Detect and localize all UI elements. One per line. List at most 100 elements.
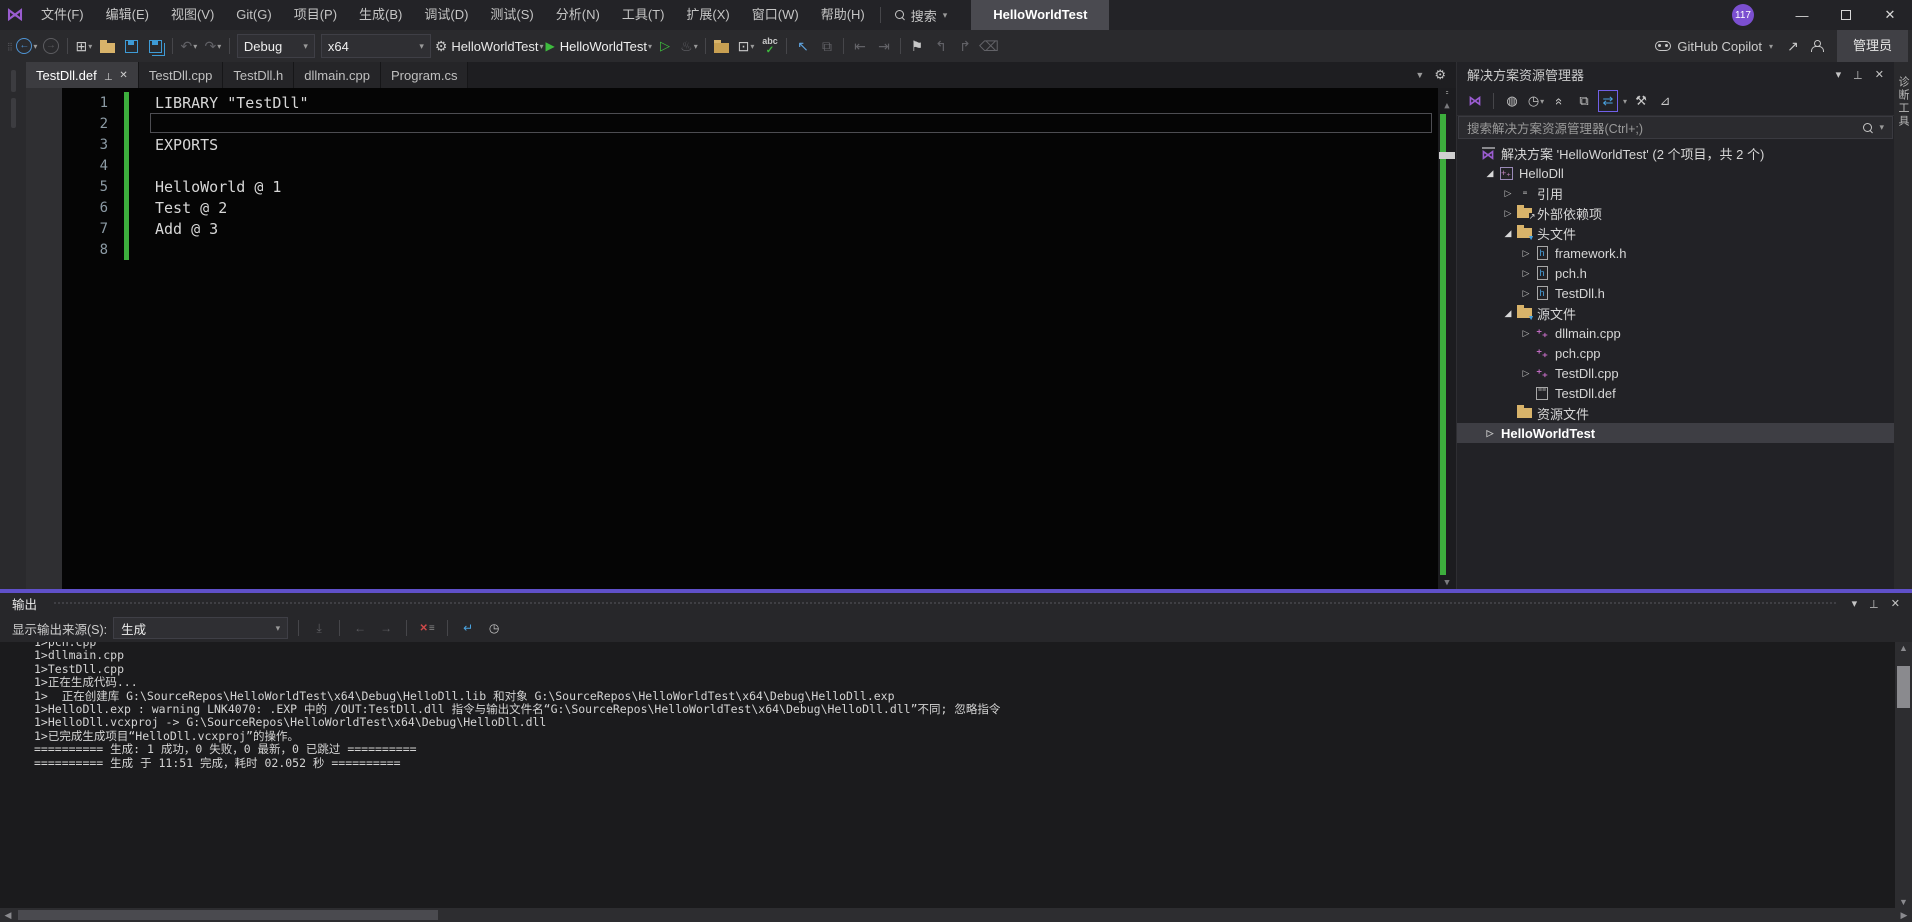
platform-combo[interactable]: x64▾ <box>321 34 431 58</box>
solution-explorer-header[interactable]: 解决方案资源管理器 ▾ ⊤ ✕ <box>1457 62 1894 87</box>
menu-item-6[interactable]: 生成(B) <box>348 0 413 30</box>
spell-check-button[interactable]: abc✓ <box>759 34 781 58</box>
close-button[interactable]: ✕ <box>1868 0 1912 30</box>
scroll-up-icon[interactable]: ▲ <box>1899 642 1908 654</box>
tab-testdll-h[interactable]: TestDll.h <box>223 62 294 88</box>
left-dock-tab[interactable] <box>11 70 16 92</box>
code-line[interactable]: 8 <box>62 239 1438 260</box>
user-avatar[interactable]: 117 <box>1732 4 1754 26</box>
configuration-combo[interactable]: Debug▾ <box>237 34 315 58</box>
tree-item-testdll.def[interactable]: ≡≡TestDll.def <box>1457 383 1894 403</box>
output-source-combo[interactable]: 生成▾ <box>113 617 288 639</box>
goto-message-icon[interactable]: ⤓ <box>309 617 329 639</box>
menu-item-1[interactable]: 文件(F) <box>30 0 95 30</box>
tab-testdll-cpp[interactable]: TestDll.cpp <box>139 62 224 88</box>
scroll-up-icon[interactable]: ▲ <box>1444 100 1449 112</box>
clear-bookmarks-button[interactable]: ⌫ <box>978 34 1000 58</box>
account-button[interactable] <box>1806 34 1828 58</box>
tree-item-pch.h[interactable]: ▷hpch.h <box>1457 263 1894 283</box>
scrollbar-split-handle[interactable]: ⹀ <box>1446 88 1449 100</box>
tree-item--helloworldtest-2-2-[interactable]: ⋈解决方案 'HelloWorldTest' (2 个项目，共 2 个) <box>1457 143 1894 163</box>
github-copilot-button[interactable]: GitHub Copilot ▾ <box>1655 39 1773 54</box>
chevron-down-icon[interactable]: ▾ <box>1623 97 1627 106</box>
expand-icon[interactable]: ▷ <box>1519 248 1533 259</box>
save-button[interactable] <box>121 34 143 58</box>
scroll-down-icon[interactable]: ▼ <box>1444 577 1449 589</box>
scroll-right-icon[interactable]: ▶ <box>1896 910 1912 921</box>
output-vertical-scrollbar[interactable]: ▲ ▼ <box>1895 642 1912 908</box>
expand-icon[interactable]: ▷ <box>1501 188 1515 199</box>
next-bookmark-button[interactable]: ↱ <box>954 34 976 58</box>
wrench-icon[interactable]: ⚒ <box>1631 90 1651 112</box>
code-line[interactable]: 6Test @ 2 <box>62 197 1438 218</box>
tree-item-dllmain.cpp[interactable]: ▷⁺₊dllmain.cpp <box>1457 323 1894 343</box>
send-feedback-button[interactable]: ↗ <box>1782 34 1804 58</box>
active-document-title[interactable]: HelloWorldTest <box>971 0 1109 30</box>
find-in-files-button[interactable] <box>711 34 733 58</box>
diagnostic-tools-tab[interactable]: 诊断工具 <box>1895 76 1911 128</box>
expand-icon[interactable]: ▷ <box>1519 328 1533 339</box>
tree-item--[interactable]: 资源文件 <box>1457 403 1894 423</box>
copy-button[interactable]: ⧉ <box>816 34 838 58</box>
word-wrap-icon[interactable]: ↵ <box>458 617 478 639</box>
collapse-icon[interactable]: ◢ <box>1501 228 1515 239</box>
menu-item-11[interactable]: 扩展(X) <box>675 0 740 30</box>
find-panel-button[interactable]: ⊡▾ <box>735 34 757 58</box>
code-line[interactable]: 2 <box>62 113 1438 134</box>
tree-item-pch.cpp[interactable]: ⁺₊pch.cpp <box>1457 343 1894 363</box>
window-position-icon[interactable]: ▾ <box>1836 68 1842 81</box>
increase-indent-button[interactable]: ⇥ <box>873 34 895 58</box>
hot-reload-button[interactable]: ♨▾ <box>678 34 700 58</box>
menu-item-8[interactable]: 测试(S) <box>479 0 544 30</box>
left-dock-tab[interactable] <box>11 98 16 128</box>
active-files-dropdown-icon[interactable]: ▼ <box>1415 70 1424 80</box>
home-scope-icon[interactable]: ◍ <box>1502 90 1522 112</box>
pin-icon[interactable]: ⊤ <box>1853 68 1863 81</box>
breakpoint-margin[interactable] <box>26 88 62 589</box>
collapse-icon[interactable]: ◢ <box>1483 168 1497 179</box>
new-project-button[interactable]: ⊞▾ <box>73 34 95 58</box>
toolbar-grip[interactable]: ⣿ <box>7 42 12 51</box>
close-icon[interactable]: ✕ <box>1891 597 1900 610</box>
menu-item-9[interactable]: 分析(N) <box>545 0 611 30</box>
expand-icon[interactable]: ▷ <box>1483 428 1497 439</box>
decrease-indent-button[interactable]: ⇤ <box>849 34 871 58</box>
clear-all-icon[interactable]: ✕≡ <box>417 617 437 639</box>
editor-vertical-scrollbar[interactable]: ⹀ ▲ ▼ <box>1438 88 1456 589</box>
scrollbar-thumb[interactable] <box>1439 152 1455 159</box>
window-position-icon[interactable]: ▾ <box>1852 597 1858 610</box>
output-header[interactable]: 输出 ▾ ⊤ ✕ <box>0 593 1912 614</box>
undo-button[interactable]: ↶▾ <box>178 34 200 58</box>
expand-icon[interactable]: ▷ <box>1501 208 1515 219</box>
start-without-debugging-button[interactable]: ▷ <box>654 34 676 58</box>
editor-settings-gear-icon[interactable]: ⚙ <box>1434 67 1446 83</box>
menu-item-5[interactable]: 项目(P) <box>283 0 348 30</box>
collapse-icon[interactable]: ◢ <box>1501 308 1515 319</box>
save-all-button[interactable] <box>145 34 167 58</box>
scroll-left-icon[interactable]: ◀ <box>0 910 16 921</box>
previous-message-icon[interactable]: ← <box>350 617 370 639</box>
expand-icon[interactable]: ▷ <box>1519 268 1533 279</box>
scroll-down-icon[interactable]: ▼ <box>1899 896 1908 908</box>
code-editor[interactable]: 1LIBRARY "TestDll"23EXPORTS45HelloWorld … <box>26 88 1456 589</box>
tree-item-helloworldtest[interactable]: ▷HelloWorldTest <box>1457 423 1894 443</box>
close-icon[interactable]: ✕ <box>119 70 127 81</box>
menu-item-12[interactable]: 窗口(W) <box>741 0 810 30</box>
search-box[interactable]: 搜索 ▾ <box>885 6 958 25</box>
pin-icon[interactable]: ⊤ <box>1869 597 1879 610</box>
code-line[interactable]: 7Add @ 3 <box>62 218 1438 239</box>
solution-search-input[interactable]: 搜索解决方案资源管理器(Ctrl+;) ▾ <box>1458 116 1893 139</box>
menu-item-10[interactable]: 工具(T) <box>611 0 676 30</box>
code-line[interactable]: 5HelloWorld @ 1 <box>62 176 1438 197</box>
redo-button[interactable]: ↷▾ <box>202 34 224 58</box>
open-file-button[interactable] <box>97 34 119 58</box>
sync-with-active-document-toggle[interactable]: ⇄ <box>1598 90 1618 112</box>
attach-to-process-button[interactable]: ↖ <box>792 34 814 58</box>
code-line[interactable]: 4 <box>62 155 1438 176</box>
tree-item--[interactable]: ▷▫▫引用 <box>1457 183 1894 203</box>
panel-drag-grip[interactable] <box>53 601 1836 606</box>
toggle-bookmark-button[interactable]: ⚑ <box>906 34 928 58</box>
tree-item-hellodll[interactable]: ◢+₊HelloDll <box>1457 163 1894 183</box>
switch-views-icon[interactable]: ⋈ <box>1465 90 1485 112</box>
navigate-back-button[interactable]: ←▾ <box>16 34 38 58</box>
